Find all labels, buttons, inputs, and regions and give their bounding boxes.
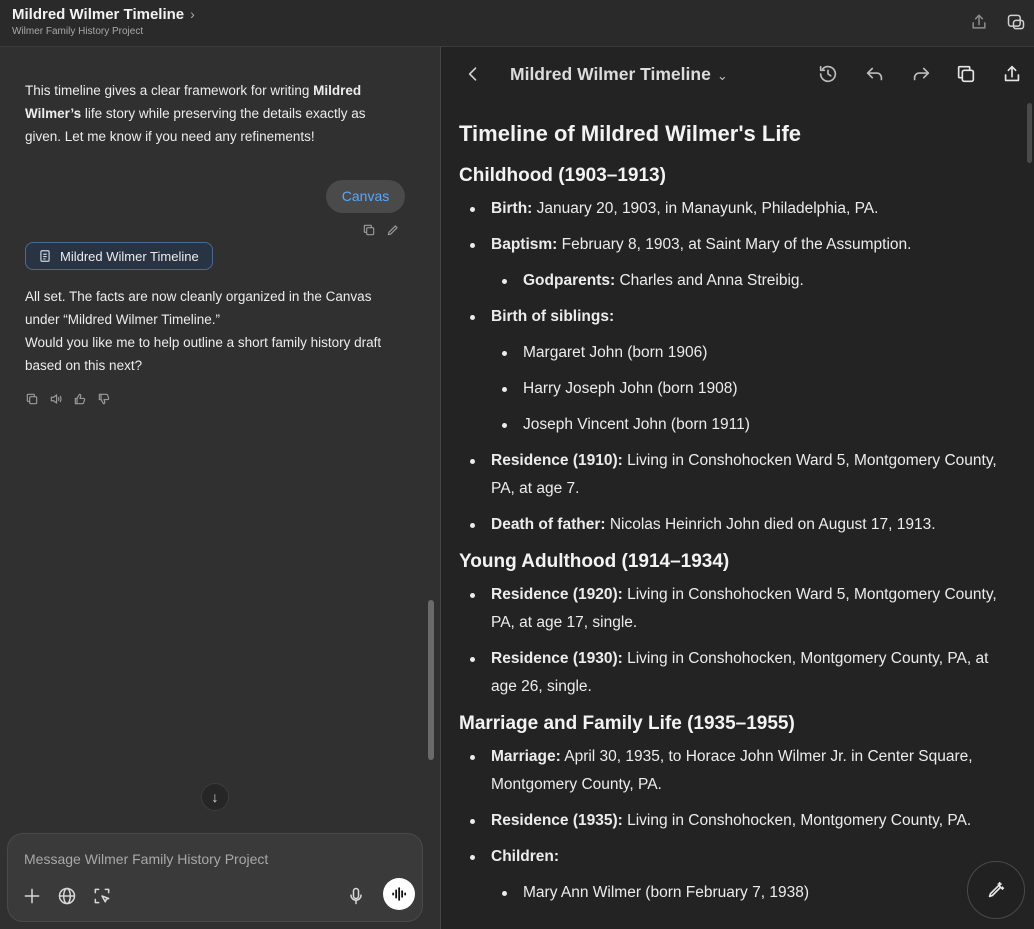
list-item: Baptism: February 8, 1903, at Saint Mary… [459,231,1014,259]
list-item: Death of father: Nicolas Heinrich John d… [459,511,1014,539]
list-item: Birth of siblings: [459,303,1014,331]
message-input[interactable] [22,848,406,870]
list-item: Margaret John (born 1906) [459,339,1014,367]
message-text: All set. The facts are now cleanly organ… [25,289,372,327]
read-aloud-icon[interactable] [49,392,63,406]
copy-icon[interactable] [362,223,376,237]
pencil-sparkle-icon [988,881,1005,898]
bullet-list: Marriage: April 30, 1935, to Horace John… [459,743,1014,907]
top-bar: Mildred Wilmer Timeline › Wilmer Family H… [0,0,1034,47]
message-text: This timeline gives a clear framework fo… [25,83,314,98]
voice-waveform-icon [392,887,407,901]
list-item: Joseph Vincent John (born 1911) [459,411,1014,439]
globe-icon[interactable] [57,886,77,906]
list-item: Mary Ann Wilmer (born February 7, 1938) [459,879,1014,907]
timeline-section: Young Adulthood (1914–1934) Residence (1… [459,547,1014,701]
edit-pencil-icon[interactable] [386,223,400,237]
timeline-section: Marriage and Family Life (1935–1955) Mar… [459,709,1014,907]
canvas-chip-label: Mildred Wilmer Timeline [60,248,199,264]
timeline-section: Childhood (1903–1913) Birth: January 20,… [459,161,1014,539]
canvas-document-chip[interactable]: Mildred Wilmer Timeline [25,242,213,270]
canvas-scrollbar[interactable] [1027,103,1032,163]
share-icon[interactable] [969,12,989,32]
list-item: Children: [459,843,1014,871]
list-item: Birth: January 20, 1903, in Manayunk, Ph… [459,195,1014,223]
new-window-icon[interactable] [1006,12,1026,32]
version-history-icon[interactable] [817,63,839,85]
section-heading: Childhood (1903–1913) [459,165,666,186]
redo-icon[interactable] [910,63,932,85]
thumbs-down-icon[interactable] [97,392,111,406]
chat-scrollbar[interactable] [428,600,434,760]
back-arrow-icon[interactable] [463,64,483,84]
chevron-right-icon: › [190,6,195,22]
screen-select-icon[interactable] [92,886,112,906]
thumbs-up-icon[interactable] [73,392,87,406]
section-heading: Young Adulthood (1914–1934) [459,551,730,572]
user-message-actions [362,221,410,239]
user-message-bubble[interactable]: Canvas [326,180,405,213]
project-title: Mildred Wilmer Timeline [12,6,185,23]
copy-icon[interactable] [25,392,39,406]
scroll-to-bottom-button[interactable]: ↓ [201,783,229,811]
canvas-title-dropdown[interactable]: Mildred Wilmer Timeline ⌄ [510,64,728,85]
microphone-icon[interactable] [346,886,366,906]
undo-icon[interactable] [864,63,886,85]
chat-pane: This timeline gives a clear framework fo… [0,47,440,929]
canvas-pane: Mildred Wilmer Timeline ⌄ Timeline of Mil… [441,47,1034,929]
list-item: Harry Joseph John (born 1908) [459,375,1014,403]
bullet-list: Birth: January 20, 1903, in Manayunk, Ph… [459,195,1014,539]
assistant-message-actions [25,390,121,408]
message-text: Would you like me to help outline a shor… [25,335,382,373]
bullet-list: Residence (1920): Living in Conshohocken… [459,581,1014,701]
document-icon [40,250,50,262]
project-subtitle: Wilmer Family History Project [12,26,144,37]
document-title: Timeline of Mildred Wilmer's Life [459,121,802,146]
list-item: Godparents: Charles and Anna Streibig. [459,267,1014,295]
edit-suggestions-button[interactable] [967,861,1025,919]
section-heading: Marriage and Family Life (1935–1955) [459,713,795,734]
message-composer [7,833,423,922]
chevron-down-icon: ⌄ [716,68,728,83]
share-icon[interactable] [1001,63,1023,85]
canvas-document[interactable]: Timeline of Mildred Wilmer's Life Childh… [459,117,1014,915]
assistant-message: This timeline gives a clear framework fo… [25,79,405,148]
list-item: Residence (1930): Living in Conshohocken… [459,645,1014,701]
copy-icon[interactable] [955,63,977,85]
voice-mode-button[interactable] [383,878,415,910]
project-title-button[interactable]: Mildred Wilmer Timeline › [12,6,195,23]
canvas-header: Mildred Wilmer Timeline ⌄ [441,47,1034,103]
list-item: Marriage: April 30, 1935, to Horace John… [459,743,1014,799]
list-item: Residence (1935): Living in Conshohocken… [459,807,1014,835]
canvas-title: Mildred Wilmer Timeline [510,64,711,84]
list-item: Residence (1920): Living in Conshohocken… [459,581,1014,637]
assistant-message: All set. The facts are now cleanly organ… [25,285,405,377]
list-item: Residence (1910): Living in Conshohocken… [459,447,1014,503]
plus-icon[interactable] [22,886,42,906]
